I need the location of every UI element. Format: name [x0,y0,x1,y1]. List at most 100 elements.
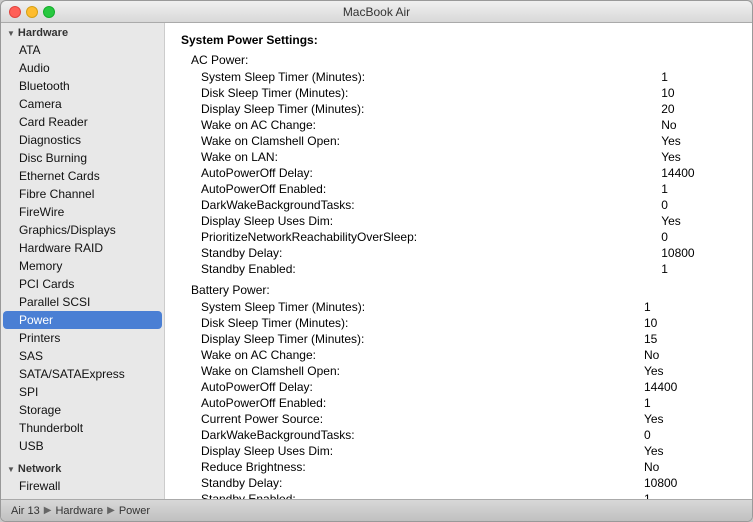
titlebar: MacBook Air [1,1,752,23]
sidebar-item-graphics-displays[interactable]: Graphics/Displays [1,221,164,239]
prop-label: AutoPowerOff Delay: [181,379,644,395]
window-title: MacBook Air [343,5,410,19]
content-area: System Power Settings: AC Power: System … [165,23,752,499]
prop-value: 10800 [644,475,736,491]
prop-value: 1 [644,299,736,315]
table-row: DarkWakeBackgroundTasks:0 [181,197,736,213]
prop-label: Standby Delay: [181,245,661,261]
sidebar-item-card-reader[interactable]: Card Reader [1,113,164,131]
battery-power-label: Battery Power: [181,283,736,297]
sidebar-item-firewire[interactable]: FireWire [1,203,164,221]
table-row: Standby Delay:10800 [181,475,736,491]
sidebar-item-sas[interactable]: SAS [1,347,164,365]
main-window: MacBook Air ▼ Hardware ATAAudioBluetooth… [0,0,753,522]
traffic-lights [9,6,55,18]
hardware-group-header: ▼ Hardware [1,23,164,41]
breadcrumb-sep-2: ▶ [107,505,115,516]
sidebar-item-sata-sataexpress[interactable]: SATA/SATAExpress [1,365,164,383]
prop-label: System Sleep Timer (Minutes): [181,299,644,315]
prop-value: 0 [661,229,736,245]
sidebar-item-memory[interactable]: Memory [1,257,164,275]
sidebar-item-usb[interactable]: USB [1,437,164,455]
prop-value: 0 [661,197,736,213]
sidebar-item-printers[interactable]: Printers [1,329,164,347]
sidebar-item-parallel-scsi[interactable]: Parallel SCSI [1,293,164,311]
prop-value: 1 [644,395,736,411]
prop-value: Yes [644,411,736,427]
table-row: Standby Delay:10800 [181,245,736,261]
breadcrumb-item-3: Power [119,505,150,517]
prop-value: Yes [661,149,736,165]
table-row: Disk Sleep Timer (Minutes):10 [181,315,736,331]
table-row: Display Sleep Uses Dim:Yes [181,443,736,459]
prop-label: Disk Sleep Timer (Minutes): [181,315,644,331]
prop-value: 14400 [661,165,736,181]
table-row: Wake on AC Change:No [181,117,736,133]
table-row: Display Sleep Timer (Minutes):15 [181,331,736,347]
close-button[interactable] [9,6,21,18]
ac-power-label: AC Power: [181,53,736,67]
table-row: Display Sleep Timer (Minutes):20 [181,101,736,117]
prop-label: Disk Sleep Timer (Minutes): [181,85,661,101]
prop-label: Wake on LAN: [181,149,661,165]
ac-properties-table: System Sleep Timer (Minutes):1Disk Sleep… [181,69,736,277]
table-row: Reduce Brightness:No [181,459,736,475]
sidebar-item-bluetooth[interactable]: Bluetooth [1,77,164,95]
sidebar-item-storage[interactable]: Storage [1,401,164,419]
sidebar-item-pci-cards[interactable]: PCI Cards [1,275,164,293]
table-row: System Sleep Timer (Minutes):1 [181,299,736,315]
table-row: System Sleep Timer (Minutes):1 [181,69,736,85]
table-row: AutoPowerOff Delay:14400 [181,165,736,181]
sidebar-item-firewall[interactable]: Firewall [1,477,164,495]
prop-label: Standby Delay: [181,475,644,491]
prop-value: 10 [661,85,736,101]
minimize-button[interactable] [26,6,38,18]
prop-label: Wake on AC Change: [181,347,644,363]
maximize-button[interactable] [43,6,55,18]
sidebar-item-audio[interactable]: Audio [1,59,164,77]
network-items: FirewallLocationsModemsVolumesWWAN [1,477,164,499]
prop-value: 0 [644,427,736,443]
prop-label: AutoPowerOff Delay: [181,165,661,181]
statusbar: Air 13 ▶ Hardware ▶ Power [1,499,752,521]
sidebar-item-ata[interactable]: ATA [1,41,164,59]
sidebar-item-power[interactable]: Power [3,311,162,329]
sidebar-item-hardware-raid[interactable]: Hardware RAID [1,239,164,257]
table-row: Standby Enabled:1 [181,491,736,499]
prop-label: Display Sleep Timer (Minutes): [181,331,644,347]
table-row: Wake on AC Change:No [181,347,736,363]
sidebar-item-disc-burning[interactable]: Disc Burning [1,149,164,167]
prop-value: Yes [661,213,736,229]
prop-label: AutoPowerOff Enabled: [181,181,661,197]
hardware-items: ATAAudioBluetoothCameraCard ReaderDiagno… [1,41,164,455]
prop-label: Wake on AC Change: [181,117,661,133]
table-row: Standby Enabled:1 [181,261,736,277]
sidebar[interactable]: ▼ Hardware ATAAudioBluetoothCameraCard R… [1,23,165,499]
sidebar-item-camera[interactable]: Camera [1,95,164,113]
table-row: AutoPowerOff Delay:14400 [181,379,736,395]
network-group-header: ▼ Network [1,459,164,477]
table-row: AutoPowerOff Enabled:1 [181,395,736,411]
table-row: Wake on Clamshell Open:Yes [181,133,736,149]
hardware-group-label: Hardware [18,27,68,39]
prop-label: Wake on Clamshell Open: [181,363,644,379]
sidebar-item-thunderbolt[interactable]: Thunderbolt [1,419,164,437]
prop-value: Yes [661,133,736,149]
sidebar-item-diagnostics[interactable]: Diagnostics [1,131,164,149]
prop-label: Standby Enabled: [181,261,661,277]
prop-value: 1 [661,69,736,85]
prop-value: Yes [644,443,736,459]
prop-label: System Sleep Timer (Minutes): [181,69,661,85]
sidebar-item-fibre-channel[interactable]: Fibre Channel [1,185,164,203]
table-row: AutoPowerOff Enabled:1 [181,181,736,197]
prop-label: DarkWakeBackgroundTasks: [181,427,644,443]
breadcrumb-item-1: Air 13 [11,505,40,517]
prop-label: Display Sleep Uses Dim: [181,443,644,459]
prop-label: DarkWakeBackgroundTasks: [181,197,661,213]
sidebar-item-spi[interactable]: SPI [1,383,164,401]
sidebar-item-ethernet-cards[interactable]: Ethernet Cards [1,167,164,185]
table-row: Wake on Clamshell Open:Yes [181,363,736,379]
prop-label: Current Power Source: [181,411,644,427]
prop-label: Reduce Brightness: [181,459,644,475]
prop-value: 10800 [661,245,736,261]
